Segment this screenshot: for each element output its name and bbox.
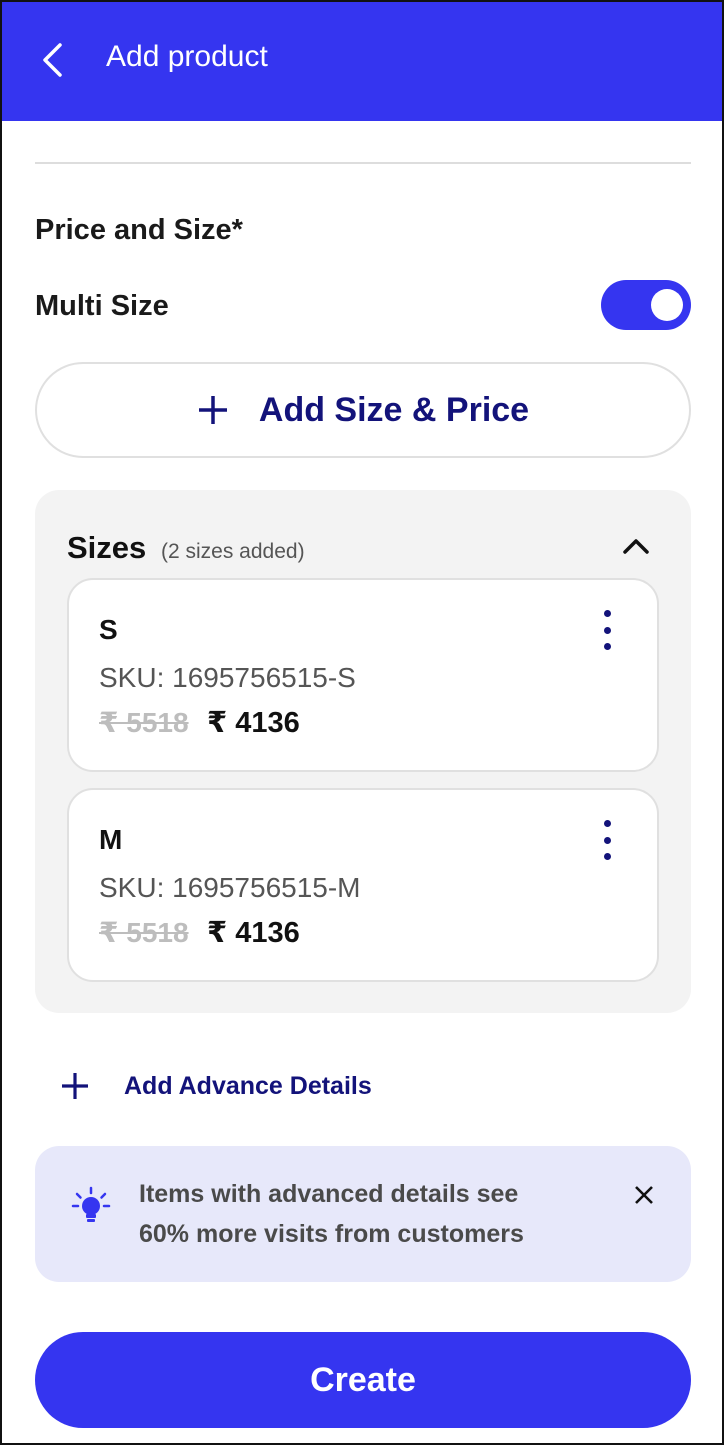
size-old-price: ₹ 5518	[99, 707, 189, 738]
tip-text-line1: Items with advanced details see	[139, 1180, 519, 1208]
sizes-count: (2 sizes added)	[161, 540, 305, 563]
create-button[interactable]: Create	[35, 1332, 691, 1428]
close-icon	[635, 1186, 653, 1204]
size-card: S SKU: 1695756515-S ₹ 5518 ₹ 4136	[67, 578, 659, 772]
chevron-up-icon	[623, 539, 649, 554]
size-new-price: ₹ 4136	[207, 917, 300, 949]
plus-icon	[198, 396, 227, 424]
multi-size-label: Multi Size	[35, 290, 169, 322]
add-size-price-button[interactable]: Add Size & Price	[35, 362, 691, 458]
page-title: Add product	[106, 40, 268, 73]
kebab-menu-icon[interactable]	[587, 606, 627, 654]
size-name: S	[99, 614, 118, 645]
divider	[35, 162, 691, 164]
create-label: Create	[310, 1360, 416, 1399]
multi-size-toggle[interactable]	[601, 280, 691, 330]
kebab-menu-icon[interactable]	[587, 816, 627, 864]
size-sku: SKU: 1695756515-M	[99, 872, 361, 903]
price-size-heading: Price and Size*	[35, 214, 243, 246]
close-tip-button[interactable]	[629, 1180, 659, 1210]
app-header: Add product	[2, 2, 722, 121]
toggle-knob	[651, 289, 683, 321]
add-size-price-label: Add Size & Price	[258, 390, 530, 429]
chevron-left-icon	[43, 43, 62, 77]
tip-banner: Items with advanced details see 60% more…	[35, 1146, 691, 1282]
size-old-price: ₹ 5518	[99, 917, 189, 948]
plus-icon	[62, 1073, 88, 1099]
size-name: M	[99, 824, 123, 855]
add-advance-details-button[interactable]: Add Advance Details	[60, 1062, 372, 1110]
size-sku: SKU: 1695756515-S	[99, 662, 356, 693]
lightbulb-icon	[71, 1186, 111, 1222]
sizes-title: Sizes	[67, 530, 147, 565]
sizes-panel: Sizes (2 sizes added) S SKU: 1695756515-…	[35, 490, 691, 1013]
add-advance-details-label: Add Advance Details	[124, 1071, 372, 1100]
size-card: M SKU: 1695756515-M ₹ 5518 ₹ 4136	[67, 788, 659, 982]
tip-text-line2: 60% more visits from customers	[139, 1220, 524, 1248]
back-button[interactable]	[32, 38, 72, 82]
size-new-price: ₹ 4136	[207, 707, 300, 739]
collapse-sizes-button[interactable]	[619, 534, 653, 558]
